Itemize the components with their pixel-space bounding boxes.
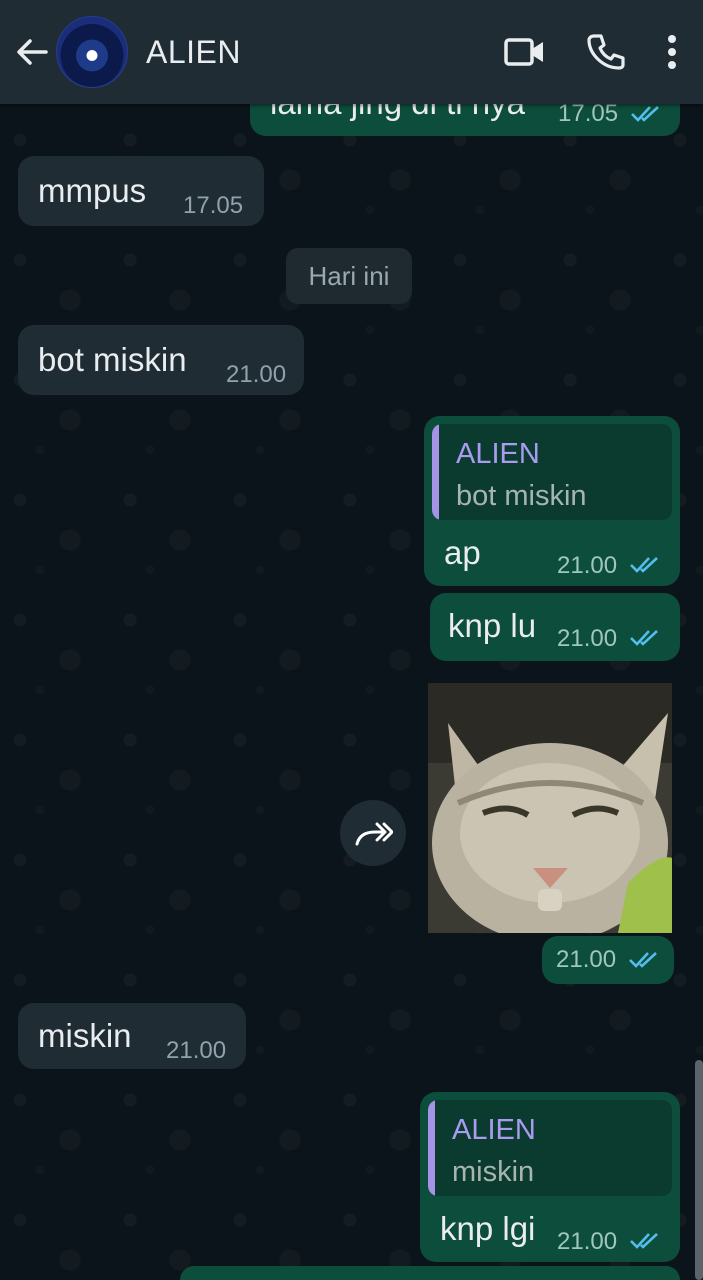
message-outgoing-reply[interactable]: ALIEN miskin knp lgi 21.00 (420, 1092, 680, 1262)
forward-icon (355, 822, 393, 846)
voice-call-icon (587, 34, 625, 70)
quote-accent-bar (428, 1100, 435, 1196)
message-time: 21.00 (557, 625, 618, 652)
message-outgoing-reply[interactable]: ALIEN bot miskin ap 21.00 (424, 416, 680, 586)
message-text: miskin (38, 1017, 132, 1054)
read-ticks-icon (629, 952, 657, 968)
menu-icon (668, 35, 676, 69)
read-ticks-icon (631, 106, 659, 122)
quote-text: bot miskin (456, 480, 587, 512)
message-time: 21.00 (226, 361, 287, 388)
message-text: knp lu (448, 607, 537, 644)
quoted-message[interactable]: ALIEN bot miskin (432, 424, 672, 520)
voice-call-button[interactable] (575, 22, 635, 82)
image-time-chip: 21.00 (542, 936, 674, 984)
message-text: bot miskin (38, 341, 187, 378)
avatar[interactable] (56, 16, 128, 88)
back-button[interactable] (6, 26, 58, 78)
chat-header: ALIEN (0, 0, 703, 104)
date-divider: Hari ini (286, 248, 412, 304)
message-incoming[interactable]: mmpus 17.05 (18, 156, 264, 226)
quote-sender: ALIEN (452, 1114, 536, 1146)
message-text: mmpus (38, 172, 147, 209)
cat-image (428, 683, 672, 933)
message-incoming[interactable]: miskin 21.00 (18, 1003, 246, 1069)
contact-name[interactable]: ALIEN (146, 34, 495, 71)
video-call-button[interactable] (495, 22, 555, 82)
message-text: knp lgi (440, 1210, 536, 1247)
message-time: 21.00 (166, 1037, 227, 1064)
read-ticks-icon (630, 557, 658, 573)
quoted-message[interactable]: ALIEN miskin (428, 1100, 672, 1196)
cat-photo[interactable] (428, 683, 672, 933)
message-time: 21.00 (556, 946, 617, 973)
quote-text: miskin (452, 1156, 535, 1188)
video-call-icon (504, 38, 543, 66)
quote-accent-bar (432, 424, 439, 520)
message-time: 21.00 (557, 1228, 618, 1255)
message-outgoing[interactable]: knp lu 21.00 (430, 593, 680, 661)
message-time: 17.05 (558, 100, 619, 127)
message-text: ap (444, 534, 481, 571)
message-time: 17.05 (183, 192, 244, 219)
message-outgoing-partial[interactable] (180, 1266, 680, 1280)
quote-sender: ALIEN (456, 438, 540, 470)
forward-button[interactable] (340, 800, 406, 866)
message-incoming[interactable]: bot miskin 21.00 (18, 325, 304, 395)
message-time: 21.00 (557, 552, 618, 579)
read-ticks-icon (630, 630, 658, 646)
read-ticks-icon (630, 1233, 658, 1249)
back-arrow-icon (17, 39, 48, 65)
scrollbar[interactable] (695, 1060, 703, 1280)
menu-button[interactable] (655, 22, 689, 82)
